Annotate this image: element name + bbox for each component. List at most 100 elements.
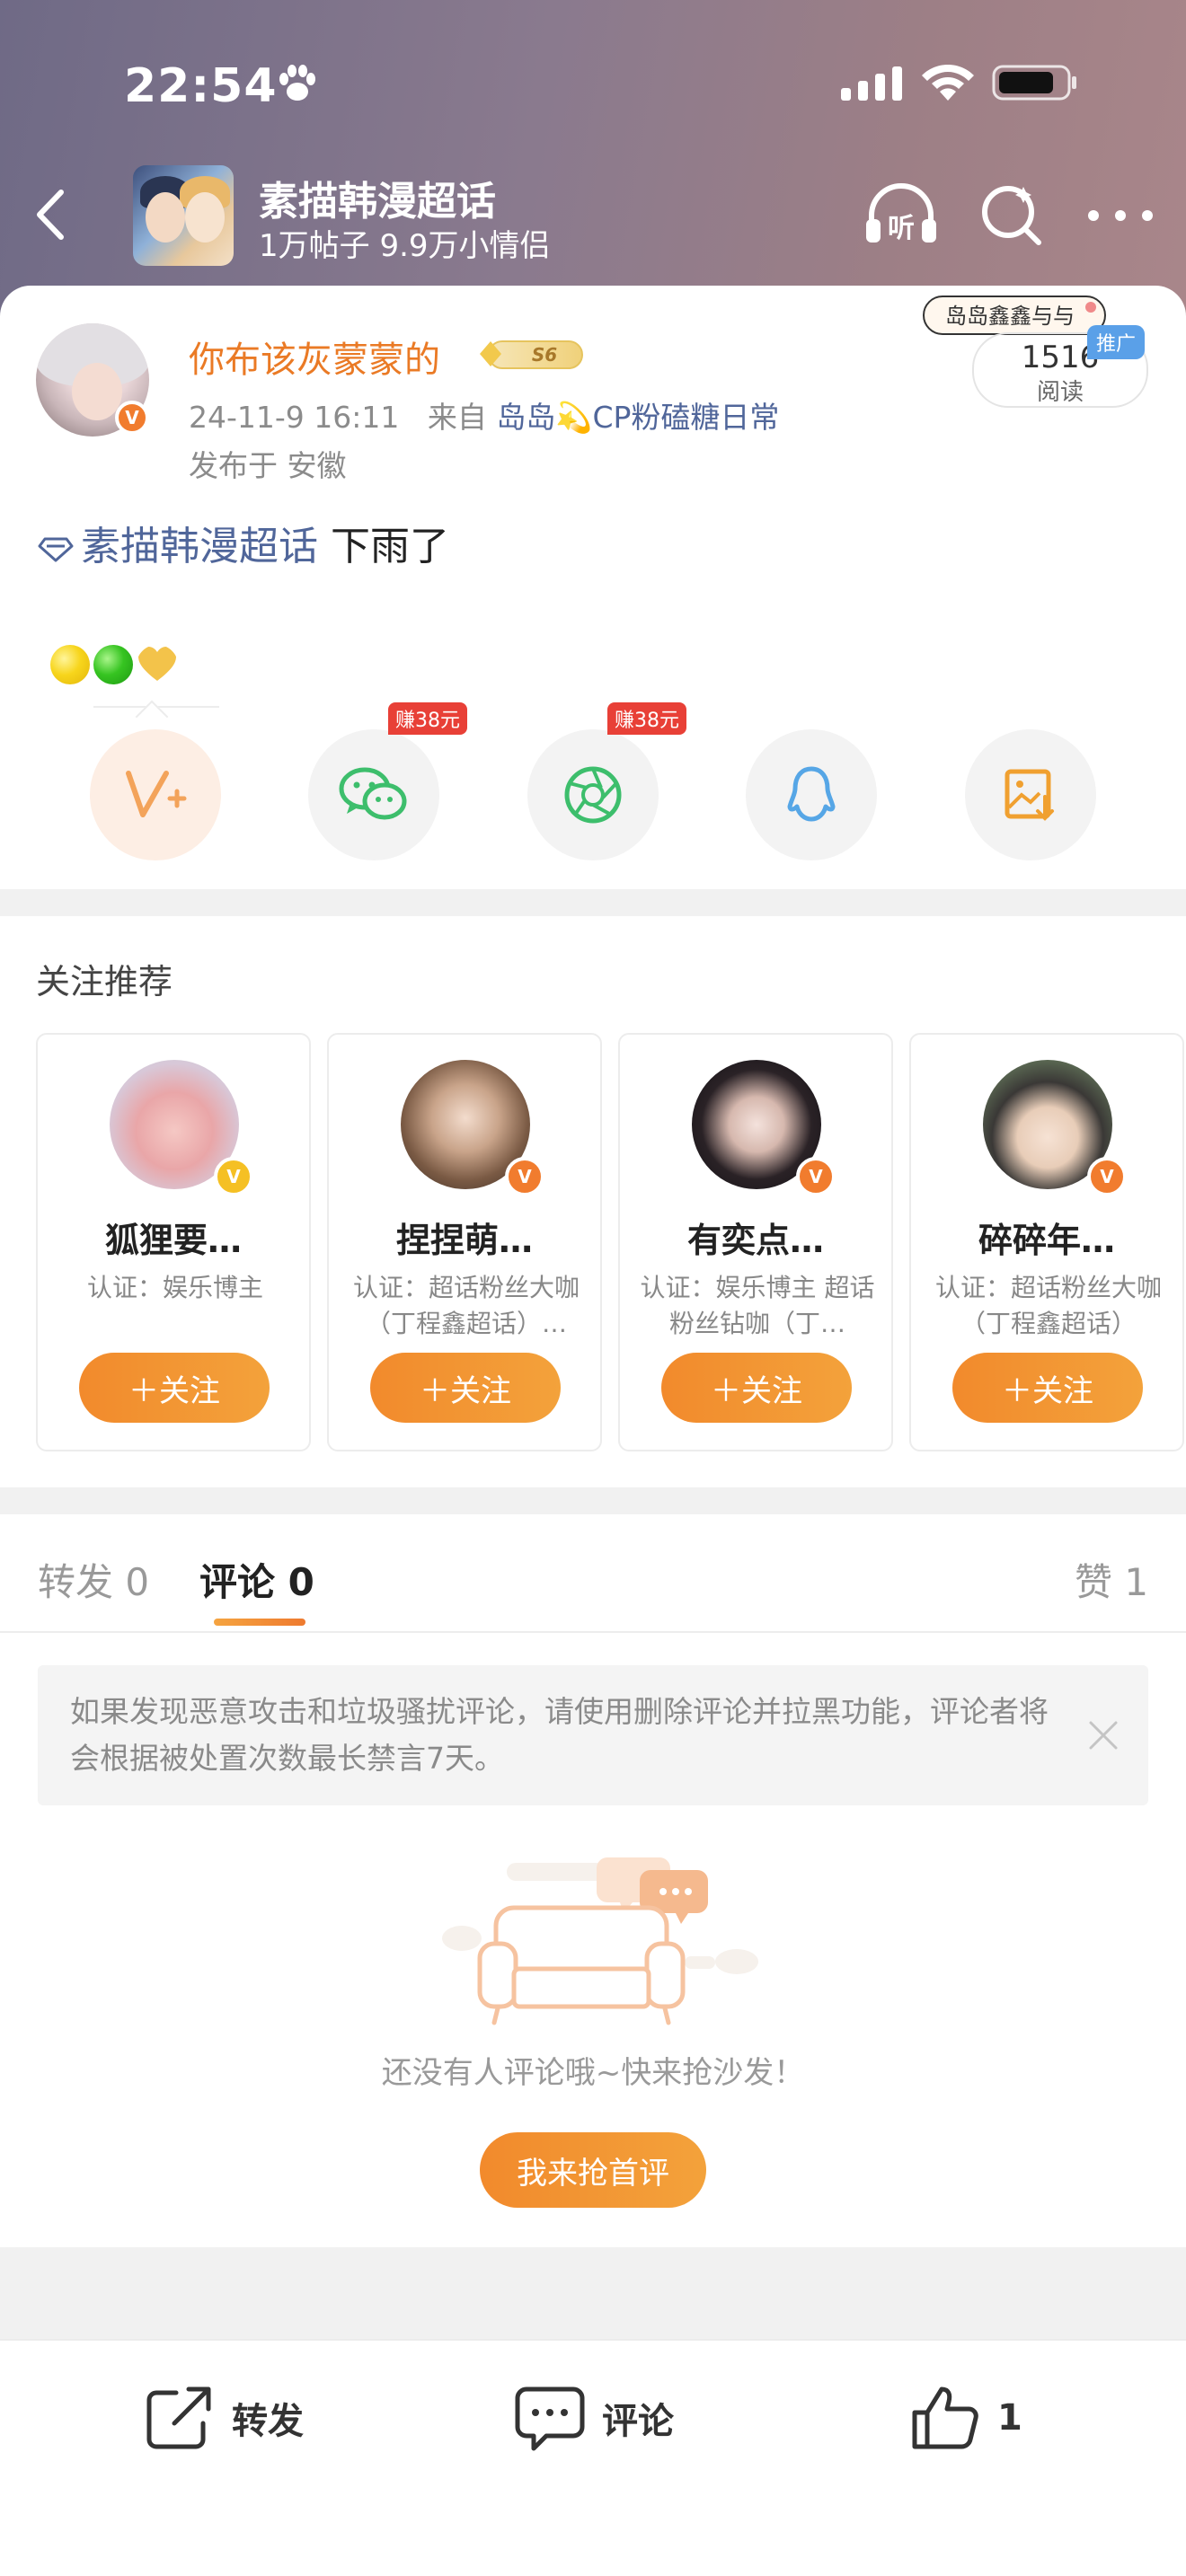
bottom-repost-button[interactable]: 转发	[144, 2382, 304, 2454]
battery-icon	[992, 65, 1078, 104]
share-arrow-icon	[146, 2386, 211, 2449]
topic-stats: 1万帖子 9.9万小情侣	[259, 228, 551, 264]
image-download-icon	[1005, 769, 1054, 821]
save-image-button[interactable]	[965, 729, 1096, 860]
wifi-icon	[920, 61, 976, 106]
author-name[interactable]: 你布该灰蒙蒙的	[189, 331, 440, 383]
post-content: 素描韩漫超话 下雨了	[38, 514, 449, 572]
verified-badge-icon: V	[1087, 1157, 1127, 1196]
follow-button[interactable]: ＋关注	[661, 1353, 852, 1423]
rec-card[interactable]: V 捏捏萌… 认证：超话粉丝大咖（丁程鑫超话）… ＋关注	[327, 1033, 602, 1451]
nav-row: 素描韩漫超话 1万帖子 9.9万小情侣 听	[0, 162, 1186, 269]
level-badge: S6	[476, 336, 586, 372]
tab-like[interactable]: 赞 1	[1075, 1552, 1148, 1607]
follow-recommendations: 关注推荐 V 狐狸要… 认证：娱乐博主 ＋关注 V 捏捏萌… 认证：超话粉丝大咖…	[0, 916, 1186, 1487]
bottom-like-count: 1	[997, 2397, 1022, 2439]
bottom-repost-label: 转发	[232, 2401, 304, 2442]
verified-badge-icon: V	[115, 401, 149, 435]
more-button[interactable]	[1080, 198, 1161, 234]
headphones-icon: 听	[866, 183, 936, 244]
empty-sofa-illustration	[440, 1854, 764, 2033]
post-date: 24-11-9 16:11	[189, 400, 400, 435]
wechat-icon	[339, 767, 407, 820]
back-button[interactable]	[27, 183, 81, 246]
comments-section: 转发 0 评论 0 赞 1 如果发现恶意攻击和垃圾骚扰评论，请使用删除评论并拉黑…	[0, 1514, 1186, 2247]
bottom-like-button[interactable]: 1	[909, 2382, 1022, 2454]
chevron-left-icon	[37, 190, 64, 240]
earn-badge-wechat: 赚38元	[388, 702, 467, 735]
comment-notice: 如果发现恶意攻击和垃圾骚扰评论，请使用删除评论并拉黑功能，评论者将会根据被处置次…	[38, 1665, 1148, 1805]
verified-badge-icon: V	[505, 1157, 544, 1196]
follow-button[interactable]: ＋关注	[79, 1353, 270, 1423]
svg-text:S6: S6	[532, 344, 557, 366]
bottom-action-bar: 转发 评论 1	[0, 2339, 1186, 2576]
read-label: 阅读	[1036, 379, 1084, 406]
reaction-emoji-row[interactable]	[50, 645, 178, 688]
rec-card[interactable]: V 有奕点… 认证：娱乐博主 超话粉丝钻咖（丁… ＋关注	[618, 1033, 893, 1451]
rec-title: 关注推荐	[36, 962, 173, 1001]
post-from-prefix: 来自	[427, 400, 487, 435]
search-icon	[982, 186, 1041, 245]
follow-button[interactable]: ＋关注	[370, 1353, 561, 1423]
top-header: 22:54 素描韩漫超话 1万帖子 9.9万小情侣 听	[0, 0, 1186, 323]
topic-cover-image[interactable]	[133, 165, 234, 266]
tab-divider	[0, 1631, 1186, 1633]
verified-badge-icon: V	[796, 1157, 836, 1196]
qq-penguin-icon	[787, 766, 836, 822]
earn-badge-moments: 赚38元	[607, 702, 686, 735]
share-qq-button[interactable]	[746, 729, 877, 860]
rec-name[interactable]: 有奕点…	[620, 1213, 891, 1262]
bottom-comment-button[interactable]: 评论	[514, 2382, 674, 2454]
topic-title[interactable]: 素描韩漫超话	[259, 169, 496, 226]
rec-name[interactable]: 狐狸要…	[38, 1213, 309, 1262]
rec-name[interactable]: 捏捏萌…	[329, 1213, 600, 1262]
post-topic-link[interactable]: 素描韩漫超话	[81, 524, 318, 569]
svg-text:岛岛鑫鑫与与: 岛岛鑫鑫与与	[945, 304, 1075, 329]
ad-label: 推广	[1087, 325, 1146, 359]
first-comment-button[interactable]: 我来抢首评	[480, 2132, 706, 2208]
super-topic-diamond-icon	[38, 526, 74, 572]
paw-icon	[277, 65, 318, 106]
share-weibo-button[interactable]	[90, 729, 221, 860]
svg-text:听: 听	[888, 213, 915, 244]
rec-desc: 认证：超话粉丝大咖（丁程鑫超话）	[934, 1273, 1162, 1338]
thumbs-up-icon	[912, 2386, 978, 2449]
post-body: 下雨了	[318, 524, 449, 569]
yellow-heart-emoji-icon	[138, 647, 176, 681]
more-dots-icon	[1088, 210, 1153, 221]
follow-button[interactable]: ＋关注	[952, 1353, 1143, 1423]
close-icon	[1089, 1721, 1118, 1750]
yellow-circle-emoji-icon	[50, 645, 90, 684]
share-moments-button[interactable]	[527, 729, 659, 860]
super-search-button[interactable]	[976, 180, 1048, 251]
green-circle-emoji-icon	[93, 645, 133, 684]
signal-icon	[841, 65, 904, 106]
share-wechat-button[interactable]	[308, 729, 439, 860]
notice-close-button[interactable]	[1084, 1716, 1123, 1755]
rec-desc: 认证：娱乐博主	[86, 1273, 263, 1302]
post-source-link[interactable]: 岛岛💫CP粉磕糖日常	[496, 400, 779, 435]
status-time: 22:54	[124, 59, 278, 113]
rec-card[interactable]: V 碎碎年… 认证：超话粉丝大咖（丁程鑫超话） ＋关注	[909, 1033, 1184, 1451]
rec-card[interactable]: V 狐狸要… 认证：娱乐博主 ＋关注	[36, 1033, 311, 1451]
bottom-comment-label: 评论	[602, 2401, 674, 2442]
empty-comments-text: 还没有人评论哦~快来抢沙发！	[381, 2055, 805, 2091]
tab-comment[interactable]: 评论 0	[199, 1552, 314, 1607]
status-bar: 22:54	[0, 54, 1186, 117]
verified-badge-icon: V	[214, 1157, 253, 1196]
moments-aperture-icon	[564, 766, 622, 824]
post-card: V 你布该灰蒙蒙的 S6 24-11-9 16:11 来自 岛岛💫CP粉磕糖日常…	[0, 286, 1186, 889]
comment-bubble-icon	[515, 2386, 585, 2451]
post-meta: 24-11-9 16:11 来自 岛岛💫CP粉磕糖日常	[189, 393, 779, 437]
emoji-indicator	[93, 706, 219, 708]
share-row: 赚38元 赚38元	[0, 702, 1186, 864]
post-location: 发布于 安徽	[189, 448, 347, 483]
tab-repost[interactable]: 转发 0	[38, 1552, 149, 1607]
repost-v-plus-icon	[126, 771, 187, 817]
rec-name[interactable]: 碎碎年…	[911, 1213, 1182, 1262]
rec-desc: 认证：娱乐博主 超话粉丝钻咖（丁…	[640, 1273, 875, 1338]
notice-text: 如果发现恶意攻击和垃圾骚扰评论，请使用删除评论并拉黑功能，评论者将会根据被处置次…	[70, 1694, 1049, 1776]
rec-desc: 认证：超话粉丝大咖（丁程鑫超话）…	[352, 1273, 580, 1338]
active-tab-underline	[214, 1619, 305, 1626]
listen-button[interactable]: 听	[861, 180, 942, 251]
